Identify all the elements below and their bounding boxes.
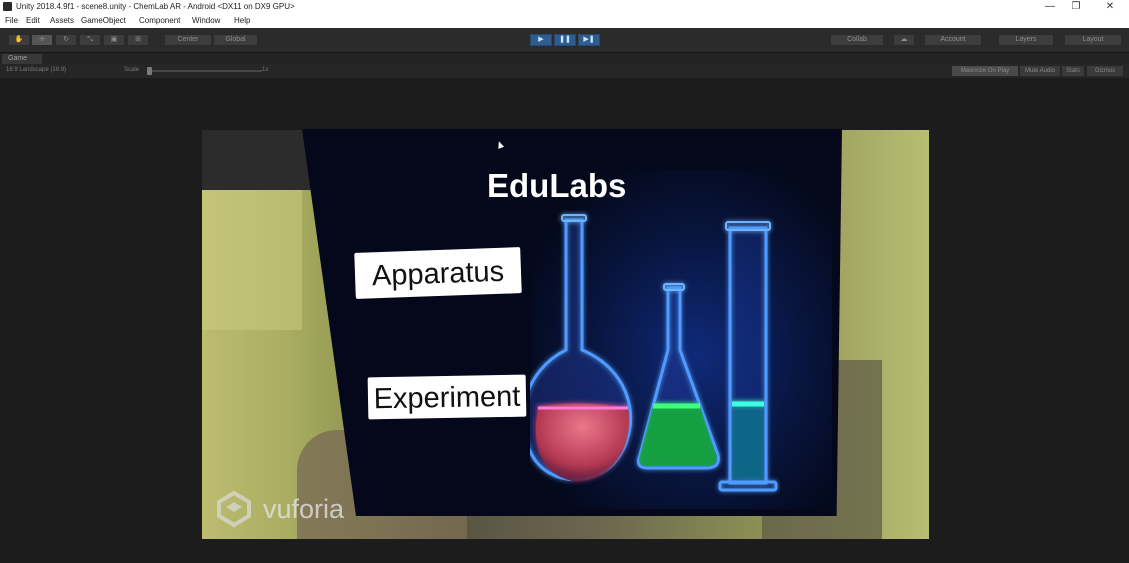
vuforia-watermark-text: vuforia bbox=[263, 494, 345, 524]
step-button[interactable]: ▶❚ bbox=[578, 34, 600, 46]
menu-gameobject[interactable]: GameObject bbox=[81, 16, 126, 25]
vuforia-watermark: vuforia bbox=[215, 490, 355, 528]
scale-tool-icon[interactable]: ⤡ bbox=[79, 34, 101, 46]
close-button[interactable]: ✕ bbox=[1100, 0, 1120, 14]
gizmos-dropdown[interactable]: Gizmos bbox=[1087, 66, 1123, 76]
transform-tool-icon[interactable]: ⊞ bbox=[127, 34, 149, 46]
background-wall bbox=[202, 190, 302, 330]
pause-button[interactable]: ❚❚ bbox=[554, 34, 576, 46]
scale-slider-track[interactable] bbox=[150, 70, 262, 72]
tab-game[interactable]: Game bbox=[2, 54, 42, 64]
maximize-on-play-toggle[interactable]: Maximize On Play bbox=[952, 66, 1018, 76]
menu-assets[interactable]: Assets bbox=[50, 16, 74, 25]
vuforia-logo-icon bbox=[217, 490, 251, 528]
lab-glassware-illustration bbox=[530, 214, 778, 492]
mute-audio-toggle[interactable]: Mute Audio bbox=[1020, 66, 1060, 76]
window-title: Unity 2018.4.9f1 - scene8.unity - ChemLa… bbox=[16, 2, 295, 11]
background-blackboard bbox=[202, 130, 312, 190]
pivot-center-toggle[interactable]: Center bbox=[164, 34, 212, 46]
account-dropdown[interactable]: Account bbox=[924, 34, 982, 46]
round-flask-icon bbox=[530, 214, 633, 482]
rotate-tool-icon[interactable]: ↻ bbox=[55, 34, 77, 46]
aspect-dropdown[interactable]: 16:9 Landscape (16:9) bbox=[6, 67, 66, 73]
app-title: EduLabs bbox=[487, 167, 627, 204]
menu-component[interactable]: Component bbox=[139, 16, 180, 25]
play-button[interactable]: ▶ bbox=[530, 34, 552, 46]
menu-help[interactable]: Help bbox=[234, 16, 250, 25]
scale-label: Scale bbox=[124, 67, 140, 73]
main-toolbar: ✋ ✛ ↻ ⤡ ▣ ⊞ Center Global ▶ ❚❚ ▶❚ Collab… bbox=[0, 28, 1129, 53]
conical-flask-icon bbox=[636, 283, 720, 470]
move-tool-icon[interactable]: ✛ bbox=[31, 34, 53, 46]
scale-slider-handle[interactable] bbox=[147, 67, 152, 75]
menu-bar: File Edit Assets GameObject Component Wi… bbox=[0, 14, 1129, 28]
experiment-button[interactable]: Experiment bbox=[367, 374, 527, 420]
apparatus-button[interactable]: Apparatus bbox=[354, 247, 522, 299]
cloud-icon[interactable]: ☁ bbox=[893, 34, 915, 46]
pivot-global-toggle[interactable]: Global bbox=[213, 34, 258, 46]
menu-file[interactable]: File bbox=[5, 16, 18, 25]
collab-dropdown[interactable]: Collab bbox=[830, 34, 884, 46]
hand-tool-icon[interactable]: ✋ bbox=[8, 34, 30, 46]
game-tab-bar: Game bbox=[0, 53, 1129, 64]
menu-edit[interactable]: Edit bbox=[26, 16, 40, 25]
graduated-cylinder-icon bbox=[718, 221, 778, 492]
stats-toggle[interactable]: Stats bbox=[1062, 66, 1084, 76]
maximize-button[interactable]: ❐ bbox=[1066, 0, 1086, 14]
window-title-bar: Unity 2018.4.9f1 - scene8.unity - ChemLa… bbox=[0, 0, 1129, 14]
layers-dropdown[interactable]: Layers bbox=[998, 34, 1054, 46]
layout-dropdown[interactable]: Layout bbox=[1064, 34, 1122, 46]
scale-value: 1x bbox=[262, 67, 269, 73]
menu-window[interactable]: Window bbox=[192, 16, 220, 25]
rect-tool-icon[interactable]: ▣ bbox=[103, 34, 125, 46]
unity-logo-icon bbox=[3, 2, 12, 11]
minimize-button[interactable]: — bbox=[1040, 0, 1060, 14]
game-view-controls: 16:9 Landscape (16:9) Scale 1x Maximize … bbox=[0, 64, 1129, 78]
